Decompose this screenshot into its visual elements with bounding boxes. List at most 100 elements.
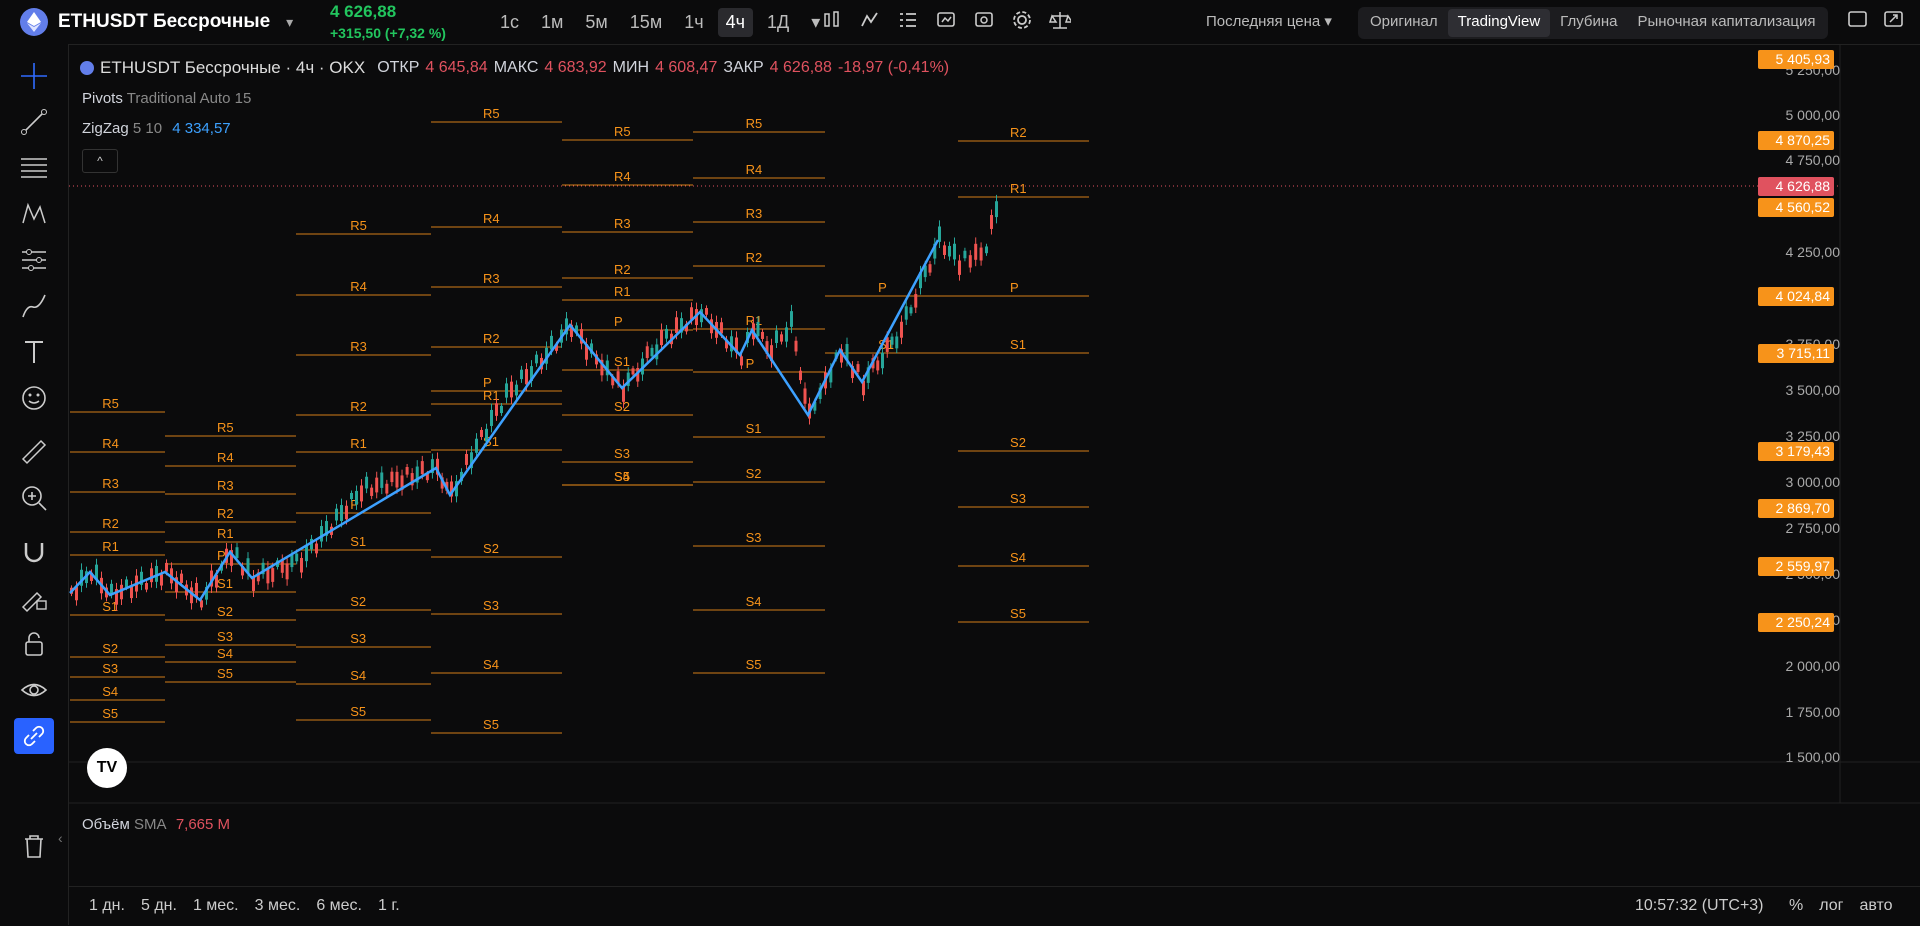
pivot-level-label: R2 <box>614 262 631 277</box>
text-icon[interactable] <box>14 334 54 370</box>
pivot-level-label: S3 <box>483 598 499 613</box>
tab-market-cap[interactable]: Рыночная капитализация <box>1627 9 1825 37</box>
tf-5m[interactable]: 5м <box>577 8 615 37</box>
measure-icon[interactable] <box>14 242 54 278</box>
candle-body <box>375 477 379 493</box>
window-icon[interactable] <box>1848 10 1868 31</box>
pivot-level-label: S1 <box>350 534 366 549</box>
pattern-icon[interactable] <box>14 196 54 232</box>
range-5d[interactable]: 5 дн. <box>141 897 177 915</box>
pivot-level-label: S5 <box>746 657 762 672</box>
tab-depth[interactable]: Глубина <box>1550 9 1627 37</box>
brush-icon[interactable] <box>14 288 54 324</box>
trend-line-icon[interactable] <box>14 104 54 140</box>
pivot-level-label: R1 <box>102 539 119 554</box>
pivot-level-label: S3 <box>1010 491 1026 506</box>
trash-icon[interactable] <box>14 828 54 864</box>
candle-body <box>990 215 993 229</box>
pivot-level-label: S5 <box>217 666 233 681</box>
collapse-arrow-icon[interactable]: ‹ <box>58 830 63 846</box>
link-icon[interactable] <box>14 718 54 754</box>
alert-icon[interactable] <box>972 8 996 32</box>
chart-replay-icon[interactable] <box>934 8 958 32</box>
symbol-selector[interactable]: ETHUSDT Бессрочные ▾ <box>20 8 293 36</box>
collapse-legend-button[interactable]: ^ <box>82 149 118 173</box>
volume-indicator[interactable]: Объём SMA 7,665 M <box>82 816 230 833</box>
scale-icon[interactable] <box>1048 8 1072 32</box>
tf-1h[interactable]: 1ч <box>676 8 711 37</box>
eye-icon[interactable] <box>14 672 54 708</box>
clock[interactable]: 10:57:32 (UTC+3) <box>1635 897 1764 915</box>
tab-original[interactable]: Оригинал <box>1360 9 1448 37</box>
header-change: +315,50 (+7,32 %) <box>330 25 446 41</box>
indicators-icon[interactable] <box>858 8 882 32</box>
pivots-indicator[interactable]: Pivots Traditional Auto 15 <box>82 90 251 107</box>
range-3m[interactable]: 3 мес. <box>255 897 301 915</box>
candle-body <box>285 563 289 580</box>
auto-toggle[interactable]: авто <box>1859 897 1892 915</box>
candle-body <box>794 340 798 352</box>
crosshair-icon[interactable] <box>14 58 54 94</box>
price-axis-label: 3 179,43 <box>1776 443 1831 459</box>
candle-body <box>350 492 353 500</box>
pivots-params: Traditional Auto 15 <box>126 90 252 107</box>
pivot-level-label: R4 <box>102 436 119 451</box>
chevron-down-icon[interactable]: ▾ <box>286 14 293 31</box>
candle-body <box>385 483 389 494</box>
pivot-level-label: S2 <box>1010 435 1026 450</box>
pivot-level-label: R2 <box>217 506 234 521</box>
candle-body <box>405 467 409 475</box>
pivot-level-label: P <box>746 356 755 371</box>
pivot-level-label: S2 <box>350 594 366 609</box>
pivot-level-label: R4 <box>614 169 631 184</box>
price-tick: 2 750,00 <box>1786 520 1841 536</box>
magnet-icon[interactable] <box>14 534 54 570</box>
tf-4h[interactable]: 4ч <box>717 8 753 37</box>
price-axis-label: 4 560,52 <box>1776 199 1831 215</box>
tf-1m[interactable]: 1м <box>533 8 571 37</box>
pivot-level-label: R3 <box>746 206 763 221</box>
gear-icon[interactable] <box>1010 8 1034 32</box>
pivot-level-label: S3 <box>614 446 630 461</box>
pivot-level-label: R5 <box>483 106 500 121</box>
price-axis-label: 5 405,93 <box>1776 51 1831 67</box>
candle-body <box>974 243 978 260</box>
candles-icon[interactable] <box>820 8 844 32</box>
pivot-level-label: S2 <box>217 604 233 619</box>
candle-body <box>705 308 708 315</box>
log-toggle[interactable]: лог <box>1819 897 1843 915</box>
tradingview-logo: TV <box>87 748 127 788</box>
tf-1d[interactable]: 1Д <box>759 8 797 37</box>
fib-icon[interactable] <box>14 150 54 186</box>
range-1d[interactable]: 1 дн. <box>89 897 125 915</box>
candle-body <box>390 471 394 483</box>
percent-toggle[interactable]: % <box>1789 897 1803 915</box>
ruler-icon[interactable] <box>14 434 54 470</box>
emoji-icon[interactable] <box>14 380 54 416</box>
candle-body <box>790 311 793 327</box>
candle-body <box>756 322 760 337</box>
candle-body <box>370 487 374 496</box>
tab-tradingview[interactable]: TradingView <box>1447 9 1551 37</box>
pivot-level-label: R4 <box>483 211 500 226</box>
price-chart[interactable]: 5 250,005 000,004 750,004 250,003 750,00… <box>69 44 1920 804</box>
layout-icon[interactable] <box>896 8 920 32</box>
tf-15m[interactable]: 15м <box>622 8 670 37</box>
candle-body <box>650 347 654 357</box>
lock-icon[interactable] <box>14 626 54 662</box>
range-1m[interactable]: 1 мес. <box>193 897 239 915</box>
pivot-level-label: S5 <box>483 717 499 732</box>
zoom-icon[interactable] <box>14 480 54 516</box>
tf-1s[interactable]: 1с <box>492 8 527 37</box>
range-1y[interactable]: 1 г. <box>378 897 400 915</box>
pivot-level-label: P <box>878 280 887 295</box>
candle-body <box>953 243 956 260</box>
candle-body <box>780 334 783 342</box>
zigzag-indicator[interactable]: ZigZag 5 10 4 334,57 <box>82 120 231 137</box>
lock-draw-icon[interactable] <box>14 580 54 616</box>
header-price: 4 626,88 <box>330 2 397 21</box>
pivot-level-label: S5 <box>1010 606 1026 621</box>
price-type-dropdown[interactable]: Последняя цена ▾ <box>1206 12 1332 30</box>
fullscreen-icon[interactable] <box>1884 10 1904 31</box>
range-6m[interactable]: 6 мес. <box>316 897 362 915</box>
